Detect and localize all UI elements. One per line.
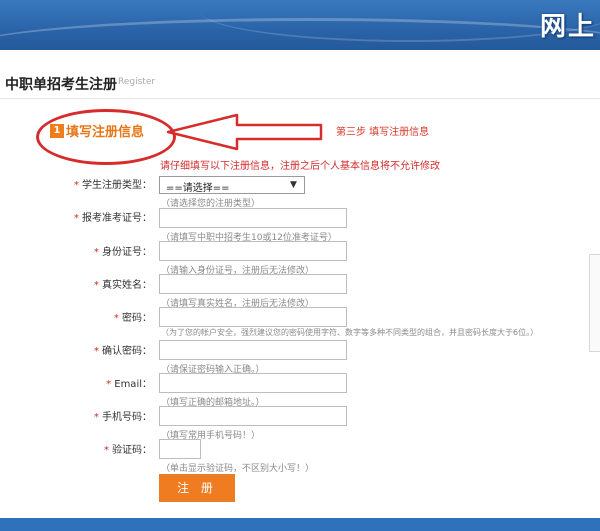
label-text: 密码： [122, 313, 152, 324]
header-banner: 网上 [0, 0, 600, 50]
page-subtitle: Register [118, 77, 156, 87]
required-mark: * [113, 313, 119, 324]
required-mark: * [73, 213, 79, 224]
field-label-real-name: * 真实姓名： [62, 276, 152, 291]
field-hint: （为了您的帐户安全，强烈建议您的密码使用字符、数字等多种不同类型的组合，并且密码… [161, 328, 539, 337]
required-mark: * [93, 247, 99, 258]
required-mark: * [93, 280, 99, 291]
label-text: 验证码： [112, 445, 152, 456]
label-text: 报考准考证号： [82, 213, 152, 224]
chevron-down-icon: ▼ [290, 180, 297, 190]
mobile-input[interactable] [159, 406, 347, 426]
label-text: 手机号码： [102, 412, 152, 423]
confirm-password-input[interactable] [159, 340, 347, 360]
required-mark: * [106, 379, 112, 390]
required-mark: * [103, 445, 109, 456]
registration-type-select[interactable]: ==请选择== ▼ [159, 176, 305, 194]
step-indicator-text: 第三步 填写注册信息 [336, 127, 430, 138]
email-input[interactable] [159, 373, 347, 393]
select-value: ==请选择== [166, 183, 230, 194]
page-header: 中职单招考生注册 Register [0, 62, 600, 99]
field-label-exam-ticket: * 报考准考证号： [62, 209, 152, 224]
field-label-password: * 密码： [62, 309, 152, 324]
banner-title: 网上 [539, 12, 596, 42]
exam-ticket-input[interactable] [159, 208, 347, 228]
label-text: Email： [114, 379, 152, 390]
label-text: 身份证号： [102, 247, 152, 258]
label-text: 确认密码： [102, 346, 152, 357]
field-label-id-number: * 身份证号： [62, 243, 152, 258]
field-label-captcha: * 验证码： [62, 441, 152, 456]
register-button[interactable]: 注 册 [159, 474, 235, 502]
annotation-arrow-icon [166, 113, 323, 151]
captcha-input[interactable] [159, 439, 201, 459]
step-number-badge: 1 [50, 124, 64, 138]
id-number-input[interactable] [159, 241, 347, 261]
step-title: 填写注册信息 [66, 125, 145, 140]
side-floating-tab[interactable] [589, 254, 600, 352]
field-hint: （单击显示验证码，不区别大小写！） [161, 464, 315, 474]
required-mark: * [93, 412, 99, 423]
field-label-email: * Email： [62, 375, 152, 390]
label-text: 真实姓名： [102, 280, 152, 291]
required-mark: * [73, 180, 79, 191]
registration-notice: 请仔细填写以下注册信息，注册之后个人基本信息将不允许修改 [160, 161, 440, 172]
required-mark: * [93, 346, 99, 357]
label-text: 学生注册类型： [82, 180, 152, 191]
password-input[interactable] [159, 307, 347, 327]
field-label-confirm-password: * 确认密码： [62, 342, 152, 357]
page-title: 中职单招考生注册 [5, 77, 117, 93]
bottom-bar [0, 518, 600, 531]
real-name-input[interactable] [159, 274, 347, 294]
field-label-registration-type: * 学生注册类型： [62, 176, 152, 191]
field-label-mobile: * 手机号码： [62, 408, 152, 423]
